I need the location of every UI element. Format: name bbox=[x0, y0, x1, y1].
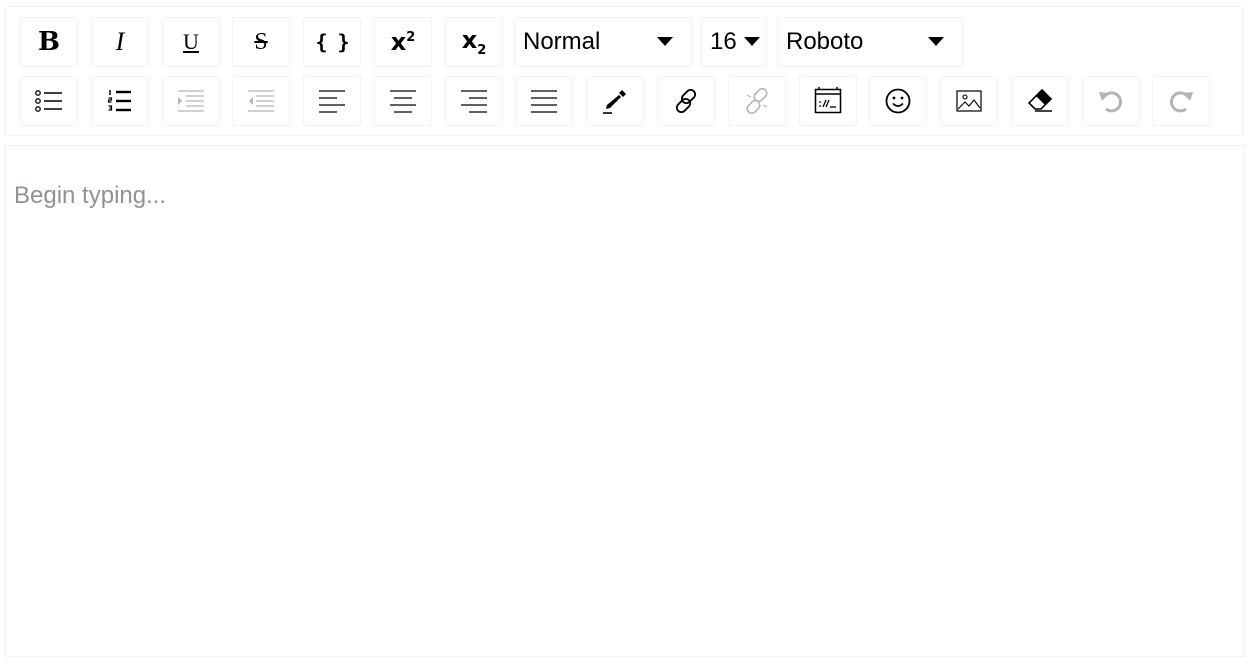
align-right-button[interactable] bbox=[445, 76, 503, 126]
italic-icon: I bbox=[115, 27, 125, 56]
block-type-select[interactable]: Normal bbox=[514, 17, 692, 67]
align-justify-button[interactable] bbox=[515, 76, 573, 126]
editor-toolbar: B I U S { } x2 x2 Normal 16 Roboto bbox=[5, 6, 1243, 136]
embed-button[interactable] bbox=[799, 76, 857, 126]
unlink-icon bbox=[746, 87, 768, 115]
align-right-icon bbox=[461, 90, 487, 113]
font-family-select[interactable]: Roboto bbox=[777, 17, 963, 67]
chevron-down-icon bbox=[657, 37, 673, 46]
emoji-icon bbox=[885, 88, 911, 114]
ordered-list-button[interactable] bbox=[91, 76, 149, 126]
embed-icon bbox=[814, 87, 842, 114]
link-button[interactable] bbox=[657, 76, 715, 126]
underline-button[interactable]: U bbox=[162, 17, 220, 67]
align-justify-icon bbox=[531, 90, 557, 113]
strikethrough-icon: S bbox=[254, 28, 268, 55]
outdent-icon bbox=[248, 90, 274, 112]
image-button[interactable] bbox=[940, 76, 998, 126]
outdent-button[interactable] bbox=[232, 76, 290, 126]
chevron-down-icon bbox=[928, 37, 944, 46]
superscript-button[interactable]: x2 bbox=[374, 17, 432, 67]
subscript-button[interactable]: x2 bbox=[445, 17, 503, 67]
strikethrough-button[interactable]: S bbox=[232, 17, 290, 67]
indent-icon bbox=[178, 90, 204, 112]
image-icon bbox=[956, 90, 982, 112]
font-size-value: 16 bbox=[710, 28, 737, 55]
unordered-list-button[interactable] bbox=[20, 76, 78, 126]
emoji-button[interactable] bbox=[869, 76, 927, 126]
bold-icon: B bbox=[38, 27, 60, 57]
eraser-button[interactable] bbox=[1011, 76, 1069, 126]
align-left-icon bbox=[319, 90, 345, 113]
undo-icon bbox=[1099, 91, 1122, 113]
italic-button[interactable]: I bbox=[91, 17, 149, 67]
underline-icon: U bbox=[183, 29, 199, 54]
unordered-list-icon bbox=[35, 90, 62, 112]
align-center-icon bbox=[390, 90, 416, 113]
link-icon bbox=[675, 88, 697, 114]
align-left-button[interactable] bbox=[303, 76, 361, 126]
chevron-down-icon bbox=[744, 37, 760, 46]
superscript-icon: x2 bbox=[390, 28, 416, 56]
unlink-button[interactable] bbox=[728, 76, 786, 126]
font-size-select[interactable]: 16 bbox=[701, 17, 767, 67]
undo-button[interactable] bbox=[1082, 76, 1140, 126]
editor-placeholder: Begin typing... bbox=[14, 182, 167, 209]
editor-content-area[interactable]: Begin typing... bbox=[5, 145, 1245, 657]
color-picker-button[interactable] bbox=[586, 76, 644, 126]
redo-button[interactable] bbox=[1152, 76, 1210, 126]
subscript-icon: x2 bbox=[461, 26, 487, 58]
eraser-icon bbox=[1027, 88, 1053, 112]
code-braces-icon: { } bbox=[315, 30, 349, 54]
color-picker-icon bbox=[603, 90, 626, 114]
redo-icon bbox=[1170, 91, 1193, 113]
code-button[interactable]: { } bbox=[303, 17, 361, 67]
block-type-value: Normal bbox=[523, 28, 601, 55]
ordered-list-icon bbox=[107, 90, 131, 112]
font-family-value: Roboto bbox=[786, 28, 864, 55]
bold-button[interactable]: B bbox=[20, 17, 78, 67]
align-center-button[interactable] bbox=[374, 76, 432, 126]
indent-button[interactable] bbox=[162, 76, 220, 126]
